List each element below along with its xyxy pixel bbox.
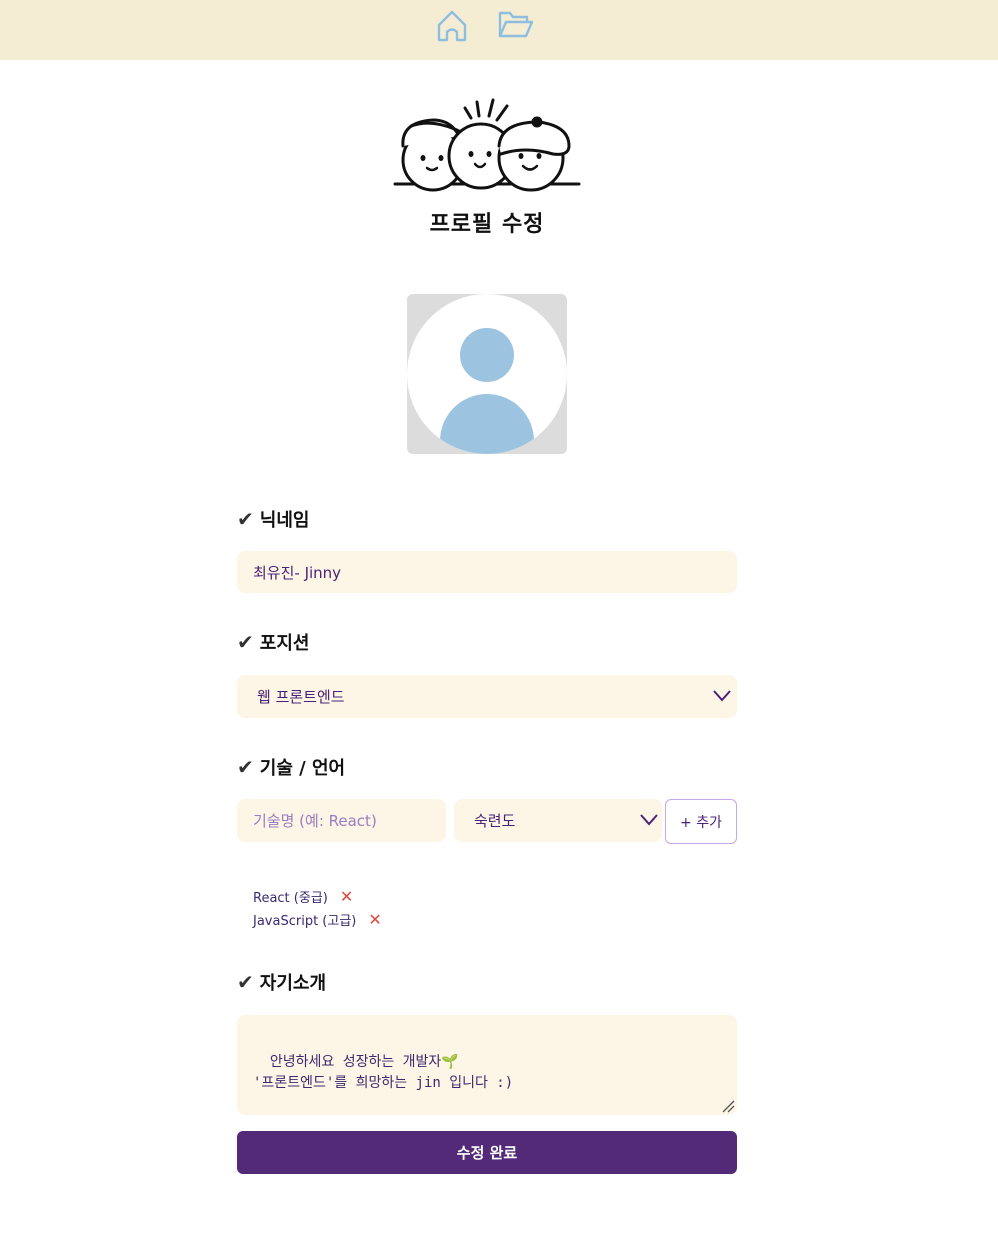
skill-name-placeholder: 기술명 (예: React) [253, 812, 377, 830]
avatar-head [460, 328, 514, 382]
profile-image-upload[interactable] [407, 294, 567, 454]
skill-name-input[interactable]: 기술명 (예: React) [237, 799, 446, 842]
nickname-value: 최유진- Jinny [253, 563, 342, 582]
top-nav-bar [0, 0, 998, 60]
remove-skill-icon[interactable]: ✕ [368, 910, 381, 929]
submit-button[interactable]: 수정 완료 [237, 1131, 737, 1174]
skill-item-label: React (중급) [253, 891, 328, 906]
bio-label: ✔ 자기소개 [237, 970, 326, 994]
position-select[interactable]: 웹 프론트엔드 [237, 675, 737, 718]
check-icon: ✔ [237, 755, 254, 779]
folder-open-icon[interactable] [497, 6, 534, 42]
bio-textarea[interactable]: 안녕하세요 성장하는 개발자🌱 '프론트엔드'를 희망하는 jin 입니다 :) [237, 1015, 737, 1115]
nickname-input[interactable]: 최유진- Jinny [237, 551, 737, 593]
user-avatar-placeholder [407, 294, 567, 454]
chevron-down-icon [640, 814, 658, 826]
position-label: ✔ 포지션 [237, 630, 309, 654]
bio-value: 안녕하세요 성장하는 개발자🌱 '프론트엔드'를 희망하는 jin 입니다 :) [253, 1054, 514, 1091]
position-selected-value: 웹 프론트엔드 [257, 688, 345, 706]
skills-label-text: 기술 / 언어 [259, 758, 346, 779]
check-icon: ✔ [237, 970, 254, 994]
bio-label-text: 자기소개 [259, 973, 327, 994]
skill-item: JavaScript (고급) ✕ [253, 910, 382, 929]
skill-item: React (중급) ✕ [253, 887, 353, 906]
avatar-body [440, 394, 534, 454]
remove-skill-icon[interactable]: ✕ [340, 887, 353, 906]
check-icon: ✔ [237, 630, 254, 654]
nickname-label-text: 닉네임 [259, 510, 310, 531]
page-title: 프로필 수정 [429, 212, 545, 237]
add-skill-button[interactable]: + 추가 [665, 799, 737, 844]
skill-item-label: JavaScript (고급) [253, 914, 357, 929]
logo-illustration [393, 96, 581, 192]
skills-label: ✔ 기술 / 언어 [237, 755, 345, 779]
position-label-text: 포지션 [259, 633, 310, 654]
chevron-down-icon [713, 690, 731, 702]
nickname-label: ✔ 닉네임 [237, 507, 309, 531]
home-icon[interactable] [434, 8, 470, 44]
check-icon: ✔ [237, 507, 254, 531]
skill-level-select[interactable]: 숙련도 [454, 799, 662, 842]
resize-handle-icon[interactable] [721, 1099, 735, 1113]
skill-level-selected: 숙련도 [474, 812, 516, 830]
